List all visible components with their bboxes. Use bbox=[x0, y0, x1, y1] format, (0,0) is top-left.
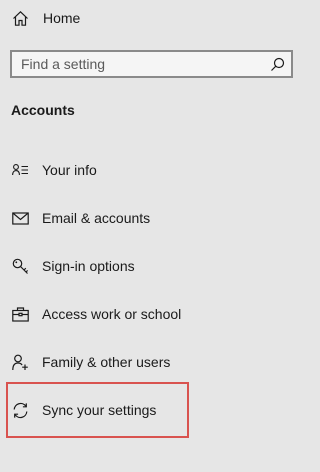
person-add-icon bbox=[10, 352, 30, 372]
person-card-icon bbox=[10, 160, 30, 180]
search-icon[interactable] bbox=[266, 53, 288, 75]
nav-item-sign-in-options[interactable]: Sign-in options bbox=[0, 242, 305, 290]
section-title: Accounts bbox=[11, 102, 75, 118]
briefcase-icon bbox=[10, 304, 30, 324]
nav-item-your-info[interactable]: Your info bbox=[0, 146, 305, 194]
key-icon bbox=[10, 256, 30, 276]
nav-item-label: Email & accounts bbox=[42, 210, 151, 226]
highlight-annotation-box bbox=[6, 382, 189, 438]
nav-item-email-accounts[interactable]: Email & accounts bbox=[0, 194, 305, 242]
search-input[interactable] bbox=[21, 56, 266, 72]
search-box[interactable] bbox=[10, 50, 293, 78]
nav-item-label: Your info bbox=[42, 162, 97, 178]
nav-item-label: Family & other users bbox=[42, 354, 171, 370]
mail-icon bbox=[10, 208, 30, 228]
nav-item-access-work-school[interactable]: Access work or school bbox=[0, 290, 305, 338]
home-icon bbox=[10, 8, 30, 28]
nav-item-label: Access work or school bbox=[42, 306, 182, 322]
home-link[interactable]: Home bbox=[10, 7, 80, 29]
nav-item-label: Sign-in options bbox=[42, 258, 135, 274]
nav-item-family-other-users[interactable]: Family & other users bbox=[0, 338, 305, 386]
home-label: Home bbox=[43, 10, 81, 26]
